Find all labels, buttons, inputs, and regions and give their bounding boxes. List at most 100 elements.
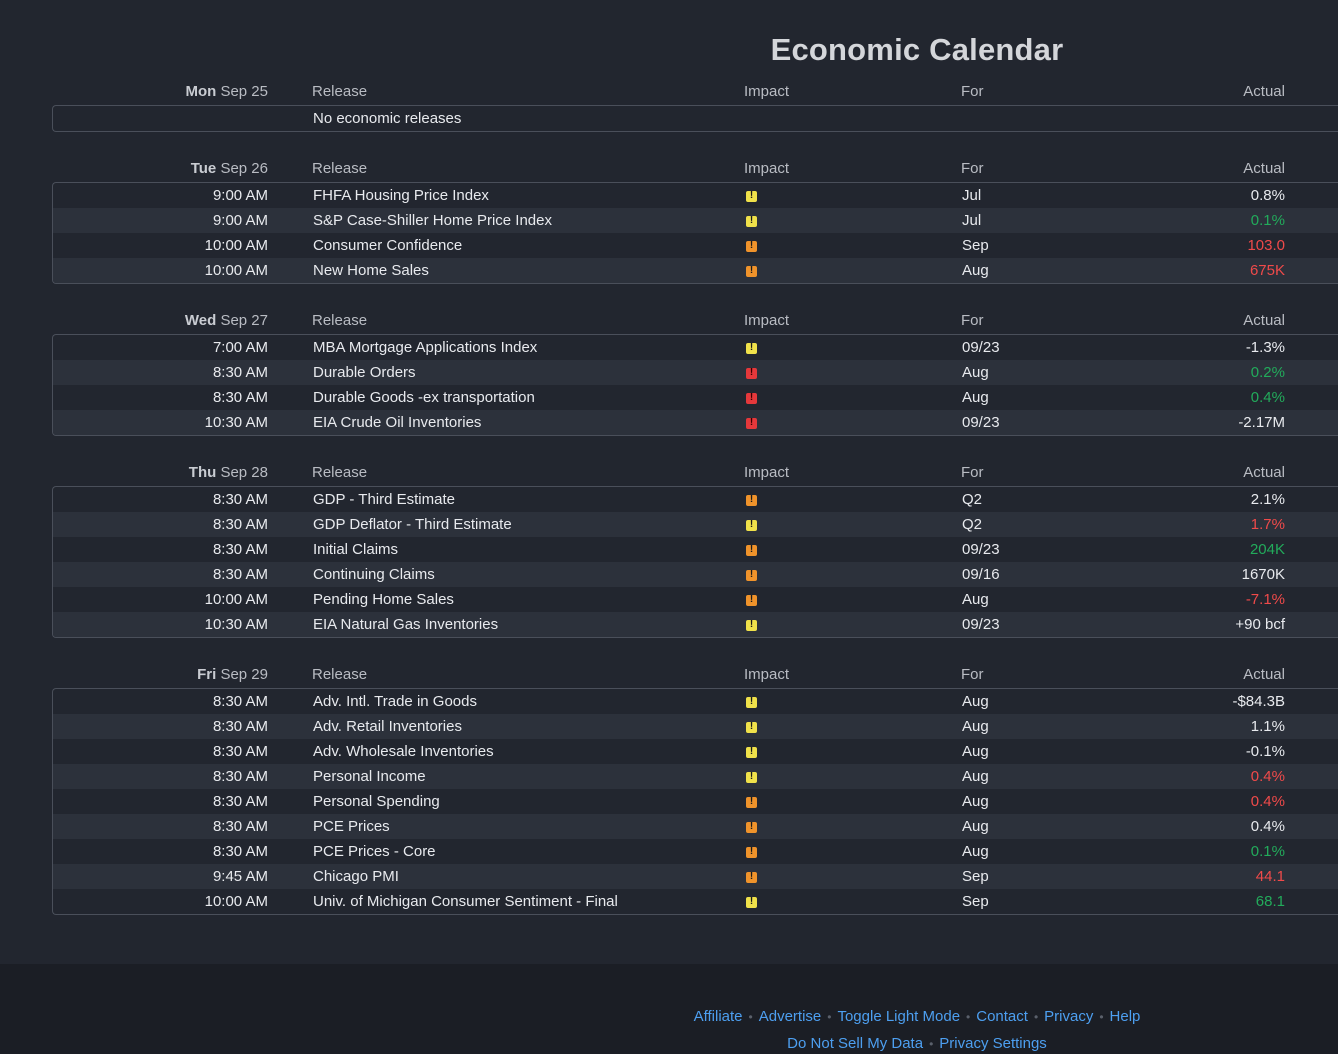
release-time: 8:30 AM <box>212 491 268 508</box>
table-row[interactable]: 8:30 AM Durable Orders Aug 0.2% <box>53 360 1338 385</box>
release-name[interactable]: GDP Deflator - Third Estimate <box>313 512 512 537</box>
table-row[interactable]: 8:30 AM GDP - Third Estimate Q2 2.1% <box>53 487 1338 512</box>
table-row[interactable]: 9:00 AM FHFA Housing Price Index Jul 0.8% <box>53 183 1338 208</box>
release-actual: +90 bcf <box>1235 616 1285 633</box>
impact-high-icon <box>746 367 757 379</box>
release-actual: 103.0 <box>1247 237 1285 254</box>
impact-cell <box>745 562 757 589</box>
release-period: 09/23 <box>962 616 1000 633</box>
column-header-actual: Actual <box>1243 464 1285 481</box>
table-row[interactable]: 8:30 AM PCE Prices Aug 0.4% <box>53 814 1338 839</box>
impact-cell <box>745 864 757 891</box>
release-name[interactable]: Personal Spending <box>313 789 440 814</box>
table-row[interactable]: 8:30 AM Personal Income Aug 0.4% <box>53 764 1338 789</box>
release-name[interactable]: Durable Goods -ex transportation <box>313 385 535 410</box>
table-row[interactable]: 10:00 AM Pending Home Sales Aug -7.1% <box>53 587 1338 612</box>
release-name[interactable]: FHFA Housing Price Index <box>313 183 489 208</box>
table-row[interactable]: 8:30 AM Initial Claims 09/23 204K <box>53 537 1338 562</box>
table-row[interactable]: 8:30 AM Personal Spending Aug 0.4% <box>53 789 1338 814</box>
table-row[interactable]: 10:00 AM Univ. of Michigan Consumer Senti… <box>53 889 1338 914</box>
footer-link-privacy[interactable]: Privacy <box>1044 1008 1093 1025</box>
release-period: Sep <box>962 237 989 254</box>
footer-separator: • <box>827 1010 832 1024</box>
impact-cell <box>745 335 757 362</box>
table-row[interactable]: 8:30 AM Adv. Retail Inventories Aug 1.1% <box>53 714 1338 739</box>
day-date: Wed Sep 27 <box>185 312 268 329</box>
table-row[interactable]: 8:30 AM Continuing Claims 09/16 1670K <box>53 562 1338 587</box>
column-header-impact: Impact <box>744 83 790 100</box>
impact-cell <box>745 208 757 235</box>
impact-high-icon <box>746 417 757 429</box>
release-time: 9:45 AM <box>212 868 268 885</box>
release-actual: 0.4% <box>1250 768 1285 785</box>
day-date-text: Sep 27 <box>220 312 268 329</box>
impact-high-icon <box>746 392 757 404</box>
release-name[interactable]: Adv. Retail Inventories <box>313 714 462 739</box>
table-row[interactable]: 10:00 AM New Home Sales Aug 675K <box>53 258 1338 283</box>
table-row[interactable]: 10:30 AM EIA Crude Oil Inventories 09/23 -2… <box>53 410 1338 435</box>
footer-separator: • <box>1033 1010 1039 1024</box>
day-date: Mon Sep 25 <box>185 83 268 100</box>
release-actual: -7.1% <box>1245 591 1285 608</box>
impact-low-icon <box>746 215 757 227</box>
release-name[interactable]: S&P Case-Shiller Home Price Index <box>313 208 552 233</box>
release-period: Aug <box>962 364 989 381</box>
release-actual: 1670K <box>1241 566 1285 583</box>
release-name[interactable]: EIA Natural Gas Inventories <box>313 612 498 637</box>
impact-cell <box>745 714 757 741</box>
release-period: Aug <box>962 718 989 735</box>
footer-link-privacy-settings[interactable]: Privacy Settings <box>939 1035 1047 1052</box>
release-name[interactable]: Initial Claims <box>313 537 398 562</box>
footer-link-affiliate[interactable]: Affiliate <box>694 1008 743 1025</box>
table-row[interactable]: 8:30 AM GDP Deflator - Third Estimate Q2 1.… <box>53 512 1338 537</box>
impact-medium-icon <box>746 240 757 252</box>
table-row[interactable]: 9:45 AM Chicago PMI Sep 44.1 <box>53 864 1338 889</box>
table-row[interactable]: 8:30 AM Adv. Wholesale Inventories Aug -0.1… <box>53 739 1338 764</box>
release-name[interactable]: Durable Orders <box>313 360 416 385</box>
table-row[interactable]: 8:30 AM PCE Prices - Core Aug 0.1% <box>53 839 1338 864</box>
table-row[interactable]: 10:00 AM Consumer Confidence Sep 103.0 <box>53 233 1338 258</box>
table-row[interactable]: 8:30 AM Adv. Intl. Trade in Goods Aug -$84.… <box>53 689 1338 714</box>
release-name[interactable]: Consumer Confidence <box>313 233 462 258</box>
release-actual: 1.7% <box>1250 516 1285 533</box>
table-row[interactable]: 10:30 AM EIA Natural Gas Inventories 09/23… <box>53 612 1338 637</box>
day-block-mon: Mon Sep 25 Release Impact For Actual No econo… <box>52 83 1338 132</box>
release-period: Aug <box>962 793 989 810</box>
impact-medium-icon <box>746 494 757 506</box>
release-period: Aug <box>962 768 989 785</box>
release-name[interactable]: Adv. Wholesale Inventories <box>313 739 494 764</box>
release-name[interactable]: Continuing Claims <box>313 562 435 587</box>
footer-link-toggle-light-mode[interactable]: Toggle Light Mode <box>837 1008 960 1025</box>
release-actual: 0.1% <box>1250 212 1285 229</box>
impact-medium-icon <box>746 594 757 606</box>
footer-link-contact[interactable]: Contact <box>976 1008 1028 1025</box>
release-time: 7:00 AM <box>212 339 268 356</box>
table-row[interactable]: 9:00 AM S&P Case-Shiller Home Price Index… <box>53 208 1338 233</box>
release-time: 10:30 AM <box>204 616 268 633</box>
release-name[interactable]: PCE Prices - Core <box>313 839 436 864</box>
impact-low-icon <box>746 771 757 783</box>
release-name[interactable]: Adv. Intl. Trade in Goods <box>313 689 477 714</box>
footer: Affiliate • Advertise • Toggle Light Mode • Co… <box>0 964 1338 1054</box>
footer-link-advertise[interactable]: Advertise <box>759 1008 822 1025</box>
table-row[interactable]: 8:30 AM Durable Goods -ex transportation A… <box>53 385 1338 410</box>
release-period: Q2 <box>962 516 983 533</box>
release-table: 8:30 AMGDP - Third EstimateQ22.1%8:30 AM… <box>52 486 1338 638</box>
release-name[interactable]: New Home Sales <box>313 258 429 283</box>
release-name[interactable]: PCE Prices <box>313 814 390 839</box>
impact-low-icon <box>746 746 757 758</box>
table-row[interactable]: 7:00 AM MBA Mortgage Applications Index 09… <box>53 335 1338 360</box>
release-name[interactable]: Personal Income <box>313 764 426 789</box>
column-header-actual: Actual <box>1243 312 1285 329</box>
release-time: 8:30 AM <box>212 566 268 583</box>
release-name[interactable]: Pending Home Sales <box>313 587 454 612</box>
release-name[interactable]: Univ. of Michigan Consumer Sentiment - F… <box>313 889 618 914</box>
release-name[interactable]: GDP - Third Estimate <box>313 487 455 512</box>
column-header-release: Release <box>312 160 368 177</box>
release-name[interactable]: Chicago PMI <box>313 864 399 889</box>
footer-link-do-not-sell-my-data[interactable]: Do Not Sell My Data <box>787 1035 923 1052</box>
footer-link-help[interactable]: Help <box>1110 1008 1141 1025</box>
release-actual: -0.1% <box>1245 743 1285 760</box>
release-name[interactable]: MBA Mortgage Applications Index <box>313 335 537 360</box>
release-name[interactable]: EIA Crude Oil Inventories <box>313 410 481 435</box>
